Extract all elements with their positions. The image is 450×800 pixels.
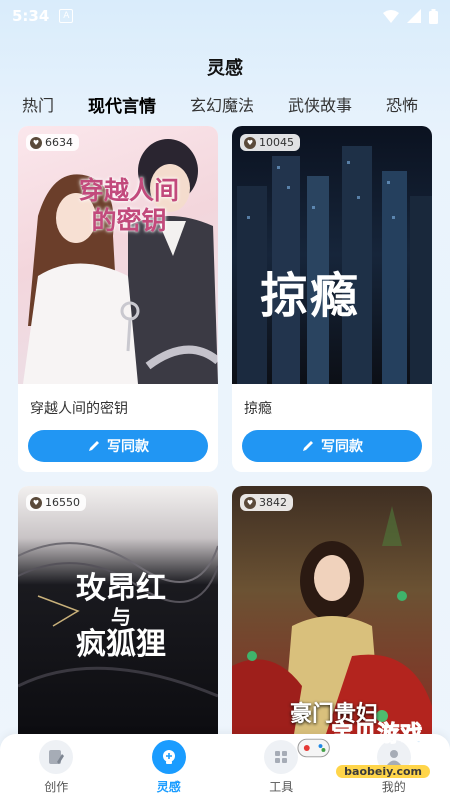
story-card[interactable]: ♥ 16550 玫昂红 与 疯狐狸 xyxy=(18,486,218,746)
cover-illustration xyxy=(237,146,432,384)
heat-count: 10045 xyxy=(259,136,294,149)
watermark: 宝贝游戏网 baobeiy.com xyxy=(296,718,444,780)
status-bar: 5:34 A xyxy=(0,0,450,32)
heat-badge: ♥ 10045 xyxy=(240,134,300,151)
pen-icon xyxy=(89,441,99,451)
heat-badge: ♥ 16550 xyxy=(26,494,86,511)
story-cover[interactable]: ♥ 3842 豪门贵妇 xyxy=(232,486,432,746)
pen-icon xyxy=(303,441,313,451)
battery-icon xyxy=(429,8,438,24)
status-time: 5:34 xyxy=(12,7,50,25)
nav-create-label: 创作 xyxy=(44,779,69,794)
app-notification-icon: A xyxy=(59,9,74,23)
write-similar-button[interactable]: 写同款 xyxy=(242,430,422,462)
write-similar-label: 写同款 xyxy=(321,439,363,455)
nav-create[interactable]: 创作 xyxy=(26,739,86,795)
story-title: 穿越人间的密钥 xyxy=(30,401,128,417)
tab-martial-arts[interactable]: 武侠故事 xyxy=(271,92,369,116)
heat-icon: ♥ xyxy=(30,136,42,149)
write-similar-button[interactable]: 写同款 xyxy=(28,430,208,462)
story-card[interactable]: ♥ 3842 豪门贵妇 xyxy=(232,486,432,746)
heat-count: 16550 xyxy=(45,496,80,509)
cover-title: 玫昂红 与 疯狐狸 xyxy=(56,572,186,662)
signal-icon xyxy=(407,9,421,23)
cover-title-line: 玫昂红 xyxy=(76,571,166,606)
lightbulb-icon xyxy=(151,739,186,774)
story-title: 掠瘾 xyxy=(244,401,272,417)
watermark-url: baobeiy.com xyxy=(336,765,430,778)
cover-title: 掠瘾 xyxy=(260,268,361,324)
tab-fantasy-magic[interactable]: 玄幻魔法 xyxy=(173,92,271,116)
heat-icon: ♥ xyxy=(244,496,256,509)
heat-count: 6634 xyxy=(45,136,73,149)
wifi-icon xyxy=(383,9,399,23)
tab-horror[interactable]: 恐怖 xyxy=(369,92,435,116)
nav-inspiration[interactable]: 灵感 xyxy=(139,739,199,795)
cover-title-line: 与 xyxy=(111,605,131,629)
edit-icon xyxy=(39,739,74,774)
story-card[interactable]: ♥ 6634 穿越人间的密钥 穿越人间的密钥 写同款 xyxy=(18,126,218,472)
heat-icon: ♥ xyxy=(244,136,256,149)
story-card[interactable]: ♥ 10045 掠瘾 掠瘾 写同款 xyxy=(232,126,432,472)
heat-icon: ♥ xyxy=(30,496,42,509)
cover-title-line: 疯狐狸 xyxy=(76,627,166,662)
gamepad-icon xyxy=(297,738,330,758)
story-cover[interactable]: ♥ 10045 掠瘾 xyxy=(232,126,432,384)
heat-badge: ♥ 6634 xyxy=(26,134,79,151)
cover-title: 穿越人间的密钥 xyxy=(78,176,179,235)
story-cover[interactable]: ♥ 16550 玫昂红 与 疯狐狸 xyxy=(18,486,218,746)
tool-icon xyxy=(264,739,299,774)
nav-tools-label: 工具 xyxy=(269,779,294,794)
write-similar-label: 写同款 xyxy=(107,439,149,455)
tab-hot[interactable]: 热门 xyxy=(0,92,71,116)
nav-profile-label: 我的 xyxy=(381,779,406,794)
category-tabs: 热门 现代言情 玄幻魔法 武侠故事 恐怖 xyxy=(0,86,450,122)
story-cover[interactable]: ♥ 6634 穿越人间的密钥 xyxy=(18,126,218,384)
heat-count: 3842 xyxy=(259,496,287,509)
heat-badge: ♥ 3842 xyxy=(240,494,293,511)
tab-modern-romance[interactable]: 现代言情 xyxy=(71,92,173,117)
page-title: 灵感 xyxy=(207,58,243,79)
nav-inspiration-label: 灵感 xyxy=(156,779,181,794)
status-indicators xyxy=(383,8,438,24)
cover-illustration xyxy=(23,139,218,384)
